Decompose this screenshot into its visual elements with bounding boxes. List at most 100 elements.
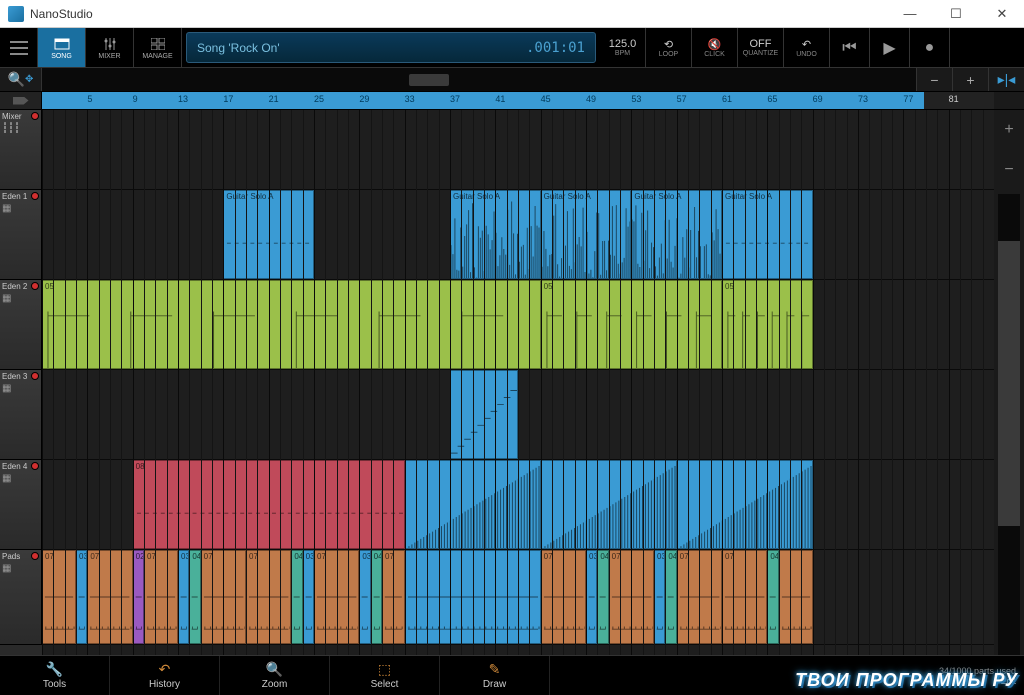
zoom-icon: 🔍 — [266, 661, 283, 677]
ruler-tick: 25 — [314, 94, 324, 104]
record-arm-icon[interactable] — [31, 552, 39, 560]
track-header[interactable]: Eden 1▦ — [0, 190, 42, 280]
track-type-icon: ▦ — [2, 203, 39, 214]
ruler-tick: 57 — [677, 94, 687, 104]
clip[interactable]: 03 — [76, 550, 87, 644]
play-button[interactable]: ▶ — [870, 28, 910, 67]
tools-button[interactable]: 🔧Tools — [0, 656, 110, 695]
fit-button[interactable]: ▸|◂ — [988, 68, 1024, 91]
clip[interactable]: 03 — [359, 550, 370, 644]
quantize-button[interactable]: OFF QUANTIZE — [738, 28, 784, 67]
record-arm-icon[interactable] — [31, 282, 39, 290]
vertical-scroll[interactable] — [998, 194, 1020, 668]
add-track-button[interactable]: + — [994, 110, 1024, 150]
track-lanes[interactable]: Guitar Solo AGuitar Solo AGuitar Solo AG… — [42, 110, 994, 672]
loop-icon: ⟲ — [664, 38, 673, 51]
ruler-tick: 33 — [405, 94, 415, 104]
draw-button[interactable]: ✎Draw — [440, 656, 550, 695]
ruler-tick: 81 — [949, 94, 959, 104]
clip[interactable]: 07 — [42, 550, 76, 644]
wrench-icon: 🔧 — [46, 661, 63, 677]
song-time: .001:01 — [526, 40, 585, 56]
ruler-tick: 65 — [767, 94, 777, 104]
record-arm-icon[interactable] — [31, 462, 39, 470]
bpm-display[interactable]: 125.0 BPM — [600, 28, 646, 67]
horizontal-scroll[interactable] — [42, 68, 916, 91]
zoom-out-button[interactable]: − — [916, 68, 952, 91]
track-header[interactable]: Eden 3▦ — [0, 370, 42, 460]
clip[interactable]: 04 — [767, 550, 778, 644]
ruler-tick: 5 — [87, 94, 92, 104]
track-type-icon: ▦ — [2, 563, 39, 574]
track-header[interactable]: Eden 4▦ — [0, 460, 42, 550]
undo-button[interactable]: ↶ UNDO — [784, 28, 830, 67]
hamburger-icon — [10, 41, 28, 55]
song-display[interactable]: Song 'Rock On' .001:01 — [186, 32, 596, 63]
ruler-tick: 53 — [631, 94, 641, 104]
record-arm-icon[interactable] — [31, 112, 39, 120]
record-arm-icon[interactable] — [31, 372, 39, 380]
move-icon: ✥ — [25, 74, 33, 85]
track-headers: Mixer┇┇┇Eden 1▦Eden 2▦Eden 3▦Eden 4▦Pads… — [0, 110, 42, 672]
click-button[interactable]: 🔇 CLICK — [692, 28, 738, 67]
ruler-tick: 9 — [133, 94, 138, 104]
zoom-tool[interactable]: 🔍✥ — [0, 68, 42, 91]
timeline-ruler[interactable]: 5913172125293337414549535761656973778185 — [42, 92, 994, 109]
window-title: NanoStudio — [30, 7, 896, 21]
arrow-right-icon — [13, 97, 29, 105]
track-type-icon: ┇┇┇ — [2, 123, 39, 134]
manage-tab[interactable]: MANAGE — [134, 28, 182, 67]
clip[interactable]: 03 — [303, 550, 314, 644]
timeline-ruler-row: 5913172125293337414549535761656973778185 — [0, 92, 1024, 110]
scroll-thumb[interactable] — [409, 74, 449, 86]
undo-icon: ↶ — [802, 38, 811, 51]
window-titlebar: NanoStudio — ☐ ✕ — [0, 0, 1024, 28]
maximize-button[interactable]: ☐ — [942, 4, 970, 24]
zoom-in-button[interactable]: + — [952, 68, 988, 91]
rewind-button[interactable]: ⏮ — [830, 28, 870, 67]
bottom-toolbar: 🔧Tools ↶History 🔍Zoom ⬚Select ✎Draw 34/1… — [0, 655, 1024, 695]
loop-button[interactable]: ⟲ LOOP — [646, 28, 692, 67]
menu-button[interactable] — [0, 28, 38, 67]
clip[interactable]: 04 — [371, 550, 382, 644]
track-header[interactable]: Eden 2▦ — [0, 280, 42, 370]
record-arm-icon[interactable] — [31, 192, 39, 200]
track-type-icon: ▦ — [2, 383, 39, 394]
track-header[interactable]: Pads▦ — [0, 550, 42, 645]
ruler-tick: 29 — [359, 94, 369, 104]
close-button[interactable]: ✕ — [988, 4, 1016, 24]
song-icon — [54, 36, 70, 52]
clip[interactable]: 03 — [178, 550, 189, 644]
clip[interactable]: 04 — [189, 550, 200, 644]
vscroll-thumb[interactable] — [998, 241, 1020, 525]
track-type-icon: ▦ — [2, 293, 39, 304]
mixer-icon — [103, 36, 117, 52]
clip[interactable]: 03 — [586, 550, 597, 644]
minimize-button[interactable]: — — [896, 4, 924, 24]
clip[interactable]: 04 — [291, 550, 302, 644]
select-icon: ⬚ — [378, 661, 391, 677]
clip[interactable]: 04 — [665, 550, 676, 644]
clip[interactable]: 02 — [133, 550, 144, 644]
song-tab[interactable]: SONG — [38, 28, 86, 67]
play-icon: ▶ — [883, 38, 895, 58]
clip[interactable]: 03 — [654, 550, 665, 644]
main-toolbar: SONG MIXER MANAGE Song 'Rock On' .001:01… — [0, 28, 1024, 68]
mixer-tab[interactable]: MIXER — [86, 28, 134, 67]
ruler-tick: 17 — [223, 94, 233, 104]
clip[interactable] — [779, 550, 813, 644]
ruler-tick: 77 — [903, 94, 913, 104]
status-display: 34/1000 parts used Edit — [939, 656, 1024, 695]
clip[interactable]: 07 — [144, 550, 178, 644]
track-header[interactable]: Mixer┇┇┇ — [0, 110, 42, 190]
zoom-button[interactable]: 🔍Zoom — [220, 656, 330, 695]
song-name: Song 'Rock On' — [197, 41, 526, 55]
remove-track-button[interactable]: − — [994, 150, 1024, 190]
ruler-tick: 41 — [495, 94, 505, 104]
ruler-head[interactable] — [0, 92, 42, 109]
clip[interactable]: 04 — [597, 550, 608, 644]
record-button[interactable]: ● — [910, 28, 950, 67]
select-button[interactable]: ⬚Select — [330, 656, 440, 695]
ruler-tick: 49 — [586, 94, 596, 104]
history-button[interactable]: ↶History — [110, 656, 220, 695]
